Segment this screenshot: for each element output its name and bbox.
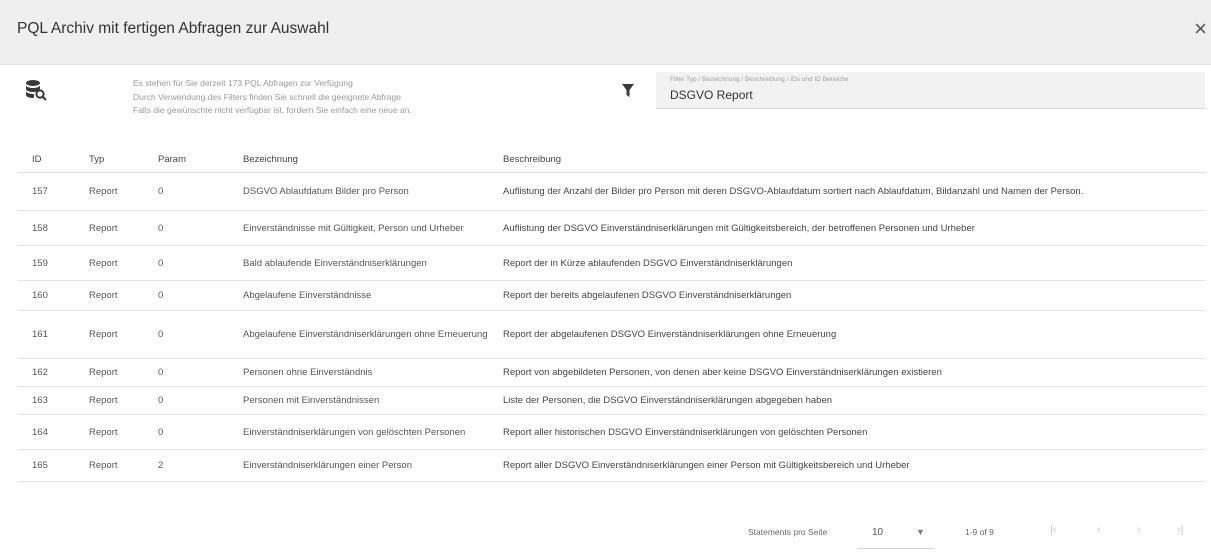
cell-id: 159 xyxy=(18,245,75,281)
cell-beschreibung: Report der bereits abgelaufenen DSGVO Ei… xyxy=(489,280,1205,311)
table-row[interactable]: 165 Report 2 Einverständniserklärungen e… xyxy=(18,449,1205,482)
cell-param: 0 xyxy=(144,310,229,359)
table-row[interactable]: 159 Report 0 Bald ablaufende Einverständ… xyxy=(18,245,1205,281)
cell-param: 0 xyxy=(144,386,229,415)
cell-typ: Report xyxy=(75,280,144,311)
info-line: Durch Verwendung des Filters finden Sie … xyxy=(133,91,401,102)
cell-id: 158 xyxy=(18,210,75,246)
cell-id: 165 xyxy=(18,449,75,482)
filter-value[interactable]: DSGVO Report xyxy=(670,88,753,102)
cell-param: 0 xyxy=(144,414,229,450)
info-line: Es stehen für Sie derzeit 173 PQL Abfrag… xyxy=(133,78,353,88)
cell-bezeichnung: Bald ablaufende Einverständniserklärunge… xyxy=(229,245,489,281)
first-page-button[interactable]: |‹ xyxy=(1050,524,1057,536)
last-page-button[interactable]: ›| xyxy=(1177,524,1184,536)
cell-id: 157 xyxy=(18,172,75,211)
header-typ[interactable]: Typ xyxy=(75,146,144,173)
database-search-icon xyxy=(26,80,47,101)
cell-param: 0 xyxy=(144,358,229,387)
cell-typ: Report xyxy=(75,358,144,387)
table-header-row: ID Typ Param Bezeichnung Beschreibung xyxy=(18,146,1205,173)
dialog-header: PQL Archiv mit fertigen Abfragen zur Aus… xyxy=(0,0,1211,65)
cell-beschreibung: Report der in Kürze ablaufenden DSGVO Ei… xyxy=(489,245,1205,281)
cell-typ: Report xyxy=(75,310,144,359)
cell-beschreibung: Report von abgebildeten Personen, von de… xyxy=(489,358,1205,387)
cell-bezeichnung: Einverständniserklärungen von gelöschten… xyxy=(229,414,489,450)
header-param[interactable]: Param xyxy=(144,146,229,173)
cell-beschreibung: Report aller DSGVO Einverständniserkläru… xyxy=(489,449,1205,482)
header-bezeichnung[interactable]: Bezeichnung xyxy=(229,146,489,173)
cell-id: 160 xyxy=(18,280,75,311)
cell-beschreibung: Report aller historischen DSGVO Einverst… xyxy=(489,414,1205,450)
table-row[interactable]: 163 Report 0 Personen mit Einverständnis… xyxy=(18,386,1205,415)
dialog-title: PQL Archiv mit fertigen Abfragen zur Aus… xyxy=(17,20,330,37)
cell-param: 0 xyxy=(144,210,229,246)
per-page-select[interactable]: 10 ▼ xyxy=(858,518,934,549)
cell-bezeichnung: Personen ohne Einverständnis xyxy=(229,358,489,387)
per-page-value: 10 xyxy=(872,527,884,538)
header-id[interactable]: ID xyxy=(18,146,75,173)
cell-bezeichnung: Abgelaufene Einverständniserklärungen oh… xyxy=(229,310,489,359)
cell-typ: Report xyxy=(75,210,144,246)
cell-id: 164 xyxy=(18,414,75,450)
cell-typ: Report xyxy=(75,386,144,415)
table-row[interactable]: 158 Report 0 Einverständnisse mit Gültig… xyxy=(18,210,1205,246)
table-row[interactable]: 164 Report 0 Einverständniserklärungen v… xyxy=(18,414,1205,450)
per-page-label: Statements pro Seite xyxy=(748,527,828,537)
table-row[interactable]: 161 Report 0 Abgelaufene Einverständnise… xyxy=(18,310,1205,359)
cell-param: 0 xyxy=(144,245,229,281)
cell-param: 0 xyxy=(144,280,229,311)
cell-bezeichnung: Personen mit Einverständnissen xyxy=(229,386,489,415)
table-row[interactable]: 162 Report 0 Personen ohne Einverständni… xyxy=(18,358,1205,387)
table-row[interactable]: 157 Report 0 DSGVO Ablaufdatum Bilder pr… xyxy=(18,172,1205,211)
table-row[interactable]: 160 Report 0 Abgelaufene Einverständniss… xyxy=(18,280,1205,311)
cell-beschreibung: Auflistung der DSGVO Einverständniserklä… xyxy=(489,210,1205,246)
query-table: ID Typ Param Bezeichnung Beschreibung 15… xyxy=(18,146,1205,482)
next-page-button[interactable]: › xyxy=(1137,524,1141,536)
cell-beschreibung: Liste der Personen, die DSGVO Einverstän… xyxy=(489,386,1205,415)
cell-beschreibung: Auflistung der Anzahl der Bilder pro Per… xyxy=(489,172,1205,211)
cell-typ: Report xyxy=(75,449,144,482)
cell-bezeichnung: Einverständniserklärungen einer Person xyxy=(229,449,489,482)
cell-bezeichnung: Einverständnisse mit Gültigkeit, Person … xyxy=(229,210,489,246)
cell-typ: Report xyxy=(75,245,144,281)
page-range: 1-9 of 9 xyxy=(965,527,994,537)
cell-typ: Report xyxy=(75,172,144,211)
filter-input[interactable]: Filter Typ / Bezeichnung / Beschreibung … xyxy=(656,72,1205,109)
prev-page-button[interactable]: ‹ xyxy=(1097,524,1101,536)
cell-id: 163 xyxy=(18,386,75,415)
header-beschreibung[interactable]: Beschreibung xyxy=(489,146,1205,173)
cell-bezeichnung: DSGVO Ablaufdatum Bilder pro Person xyxy=(229,172,489,211)
chevron-down-icon: ▼ xyxy=(916,527,925,537)
info-line: Falls die gewünschte nicht verfügbar ist… xyxy=(133,105,412,115)
info-text: Es stehen für Sie derzeit 173 PQL Abfrag… xyxy=(133,77,412,118)
cell-param: 0 xyxy=(144,172,229,211)
cell-typ: Report xyxy=(75,414,144,450)
cell-bezeichnung: Abgelaufene Einverständnisse xyxy=(229,280,489,311)
cell-id: 161 xyxy=(18,310,75,359)
cell-id: 162 xyxy=(18,358,75,387)
cell-beschreibung: Report der abgelaufenen DSGVO Einverstän… xyxy=(489,310,1205,359)
filter-label: Filter Typ / Bezeichnung / Beschreibung … xyxy=(670,76,849,83)
filter-icon xyxy=(622,84,634,97)
close-icon[interactable]: × xyxy=(1194,16,1207,42)
cell-param: 2 xyxy=(144,449,229,482)
